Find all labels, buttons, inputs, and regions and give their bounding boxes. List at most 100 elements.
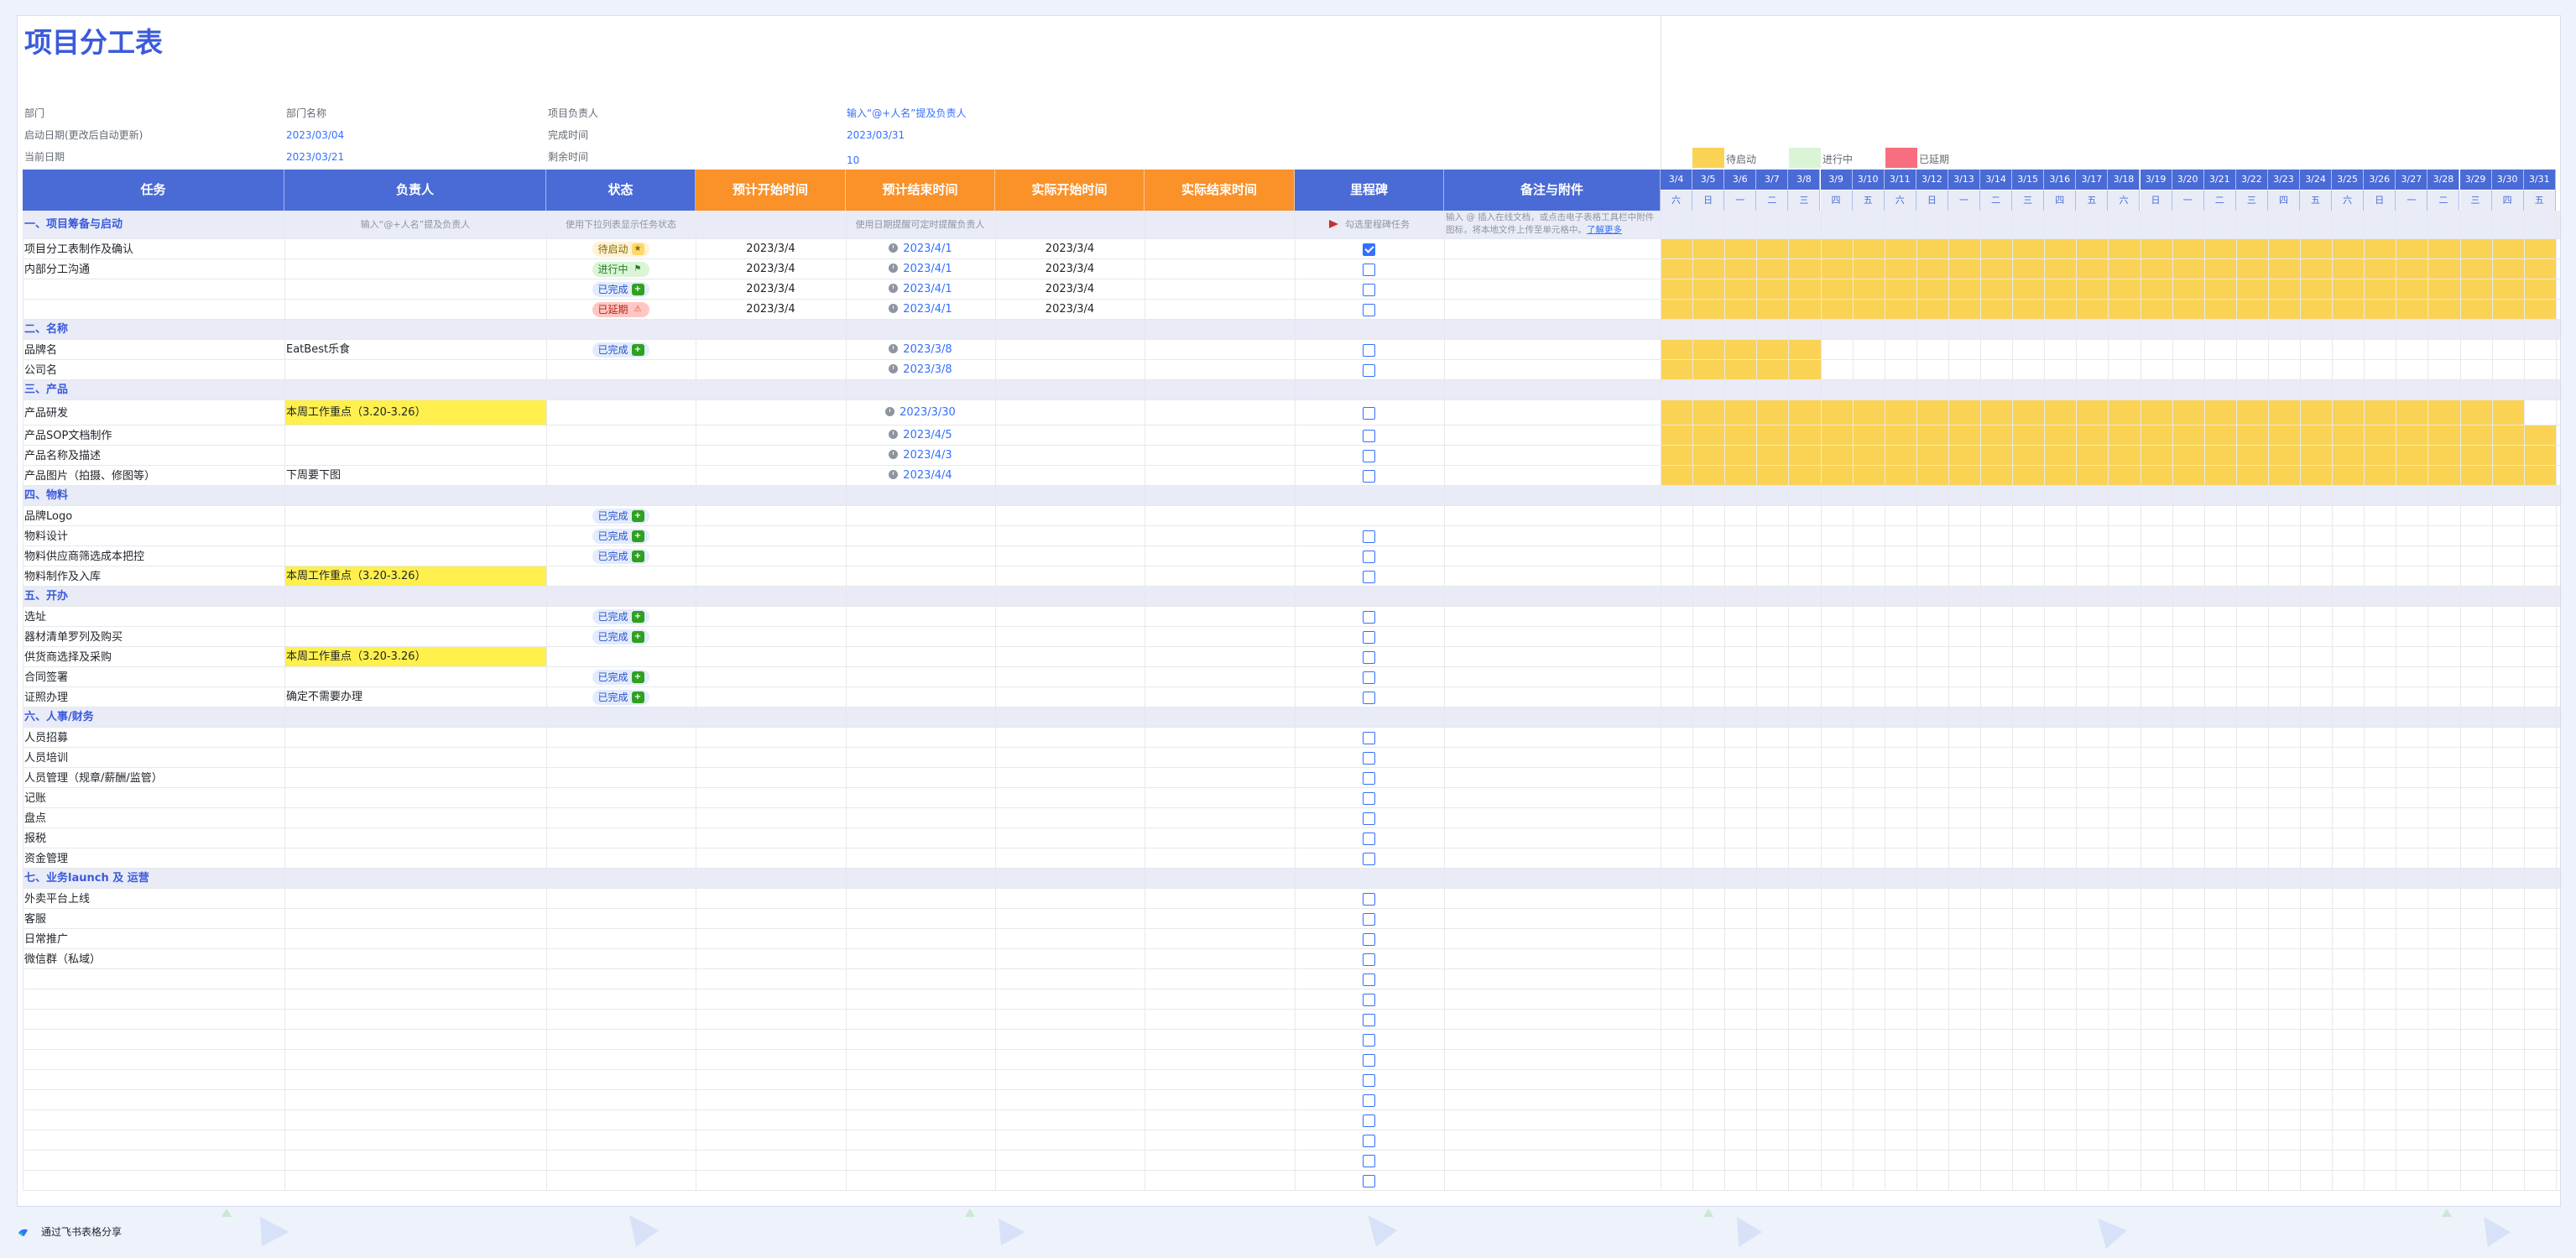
task-name[interactable]: 资金管理: [24, 848, 281, 869]
task-name[interactable]: 合同签署: [24, 667, 281, 687]
footer[interactable]: 通过飞书表格分享: [17, 1224, 122, 1240]
milestone-checkbox[interactable]: [1363, 671, 1375, 684]
task-name[interactable]: 产品SOP文档制作: [24, 425, 281, 446]
plan-end-cell[interactable]: 2023/3/30: [846, 400, 995, 425]
milestone-checkbox[interactable]: [1363, 1013, 1375, 1026]
status-cell[interactable]: 已完成 +: [546, 687, 696, 707]
plan-end-cell[interactable]: 2023/4/4: [846, 466, 995, 486]
status-tag[interactable]: 已完成 +: [592, 629, 649, 645]
milestone-checkbox[interactable]: [1363, 449, 1375, 462]
milestone-checkbox[interactable]: [1363, 832, 1375, 845]
task-name[interactable]: 品牌名: [24, 340, 281, 360]
today-value[interactable]: 2023/03/21: [286, 149, 344, 165]
plan-end-cell[interactable]: 2023/3/8: [846, 340, 995, 360]
task-name[interactable]: 人员培训: [24, 748, 281, 768]
milestone-checkbox[interactable]: [1363, 530, 1375, 543]
status-cell[interactable]: 已延期 ⚠: [546, 300, 696, 320]
plan-start-cell[interactable]: 2023/3/4: [696, 259, 846, 279]
finish-value[interactable]: 2023/03/31: [847, 127, 905, 144]
task-name[interactable]: 客服: [24, 909, 281, 929]
milestone-checkbox[interactable]: [1363, 731, 1375, 744]
task-name[interactable]: 物料制作及入库: [24, 566, 281, 587]
actual-start-cell[interactable]: 2023/3/4: [995, 259, 1145, 279]
status-cell[interactable]: 已完成 +: [546, 667, 696, 687]
milestone-checkbox[interactable]: [1363, 812, 1375, 825]
dept-value[interactable]: 部门名称: [286, 105, 326, 122]
milestone-checkbox[interactable]: [1363, 973, 1375, 986]
plan-end-cell[interactable]: 2023/4/1: [846, 239, 995, 259]
milestone-checkbox[interactable]: [1363, 852, 1375, 865]
task-name[interactable]: 产品图片（拍摄、修图等）: [24, 466, 281, 486]
owner-value[interactable]: 输入“@+人名”提及负责人: [847, 105, 967, 122]
task-name[interactable]: 公司名: [24, 360, 281, 380]
status-cell[interactable]: 已完成 +: [546, 607, 696, 627]
status-tag[interactable]: 进行中 ⚑: [592, 261, 649, 277]
status-cell[interactable]: 已完成 +: [546, 279, 696, 300]
status-cell[interactable]: 已完成 +: [546, 506, 696, 526]
milestone-checkbox[interactable]: [1363, 691, 1375, 704]
milestone-checkbox[interactable]: [1363, 1073, 1375, 1087]
milestone-checkbox[interactable]: [1363, 771, 1375, 785]
plan-end-cell[interactable]: 2023/3/8: [846, 360, 995, 380]
task-name[interactable]: 盘点: [24, 808, 281, 828]
milestone-checkbox[interactable]: [1363, 1154, 1375, 1167]
actual-start-cell[interactable]: 2023/3/4: [995, 279, 1145, 300]
status-cell[interactable]: 进行中 ⚑: [546, 259, 696, 279]
milestone-checkbox[interactable]: [1363, 1033, 1375, 1047]
milestone-checkbox[interactable]: [1363, 630, 1375, 644]
status-cell[interactable]: 已完成 +: [546, 627, 696, 647]
plan-end-cell[interactable]: 2023/4/1: [846, 259, 995, 279]
remain-value[interactable]: 10: [847, 152, 859, 169]
task-name[interactable]: 人员管理（规章/薪酬/监管）: [24, 768, 281, 788]
task-name[interactable]: 供货商选择及采购: [24, 647, 281, 667]
milestone-checkbox[interactable]: [1363, 1134, 1375, 1147]
task-name[interactable]: 项目分工表制作及确认: [24, 239, 281, 259]
milestone-checkbox[interactable]: [1363, 993, 1375, 1006]
task-name[interactable]: 外卖平台上线: [24, 889, 281, 909]
milestone-checkbox[interactable]: [1363, 953, 1375, 966]
milestone-checkbox[interactable]: [1363, 570, 1375, 583]
status-cell[interactable]: 已完成 +: [546, 546, 696, 566]
task-name[interactable]: 物料设计: [24, 526, 281, 546]
status-tag[interactable]: 已完成 +: [592, 608, 649, 624]
milestone-checkbox[interactable]: [1363, 932, 1375, 946]
status-tag[interactable]: 已完成 +: [592, 689, 649, 705]
milestone-checkbox[interactable]: [1363, 751, 1375, 765]
milestone-checkbox[interactable]: [1363, 263, 1375, 276]
plan-end-cell[interactable]: 2023/4/1: [846, 279, 995, 300]
owner-cell[interactable]: 本周工作重点（3.20-3.26）: [284, 400, 546, 425]
milestone-checkbox[interactable]: [1363, 1094, 1375, 1107]
plan-start-cell[interactable]: 2023/3/4: [696, 279, 846, 300]
spreadsheet[interactable]: 项目分工表 部门 部门名称 项目负责人 输入“@+人名”提及负责人 启动日期(更…: [17, 15, 2561, 1207]
status-tag[interactable]: 已完成 +: [592, 342, 649, 358]
plan-end-cell[interactable]: 2023/4/5: [846, 425, 995, 446]
milestone-checkbox[interactable]: [1363, 303, 1375, 316]
milestone-checkbox[interactable]: [1363, 550, 1375, 563]
milestone-checkbox[interactable]: [1363, 1114, 1375, 1127]
task-name[interactable]: 报税: [24, 828, 281, 848]
status-cell[interactable]: 已完成 +: [546, 340, 696, 360]
task-name[interactable]: 选址: [24, 607, 281, 627]
milestone-checkbox[interactable]: [1363, 469, 1375, 483]
task-name[interactable]: 品牌Logo: [24, 506, 281, 526]
milestone-checkbox[interactable]: [1363, 283, 1375, 296]
task-name[interactable]: 产品研发: [24, 400, 281, 425]
milestone-checkbox[interactable]: [1363, 1174, 1375, 1188]
task-name[interactable]: 记账: [24, 788, 281, 808]
status-tag[interactable]: 已完成 +: [592, 281, 649, 297]
status-cell[interactable]: 待启动 ★: [546, 239, 696, 259]
plan-start-cell[interactable]: 2023/3/4: [696, 300, 846, 320]
milestone-checkbox[interactable]: [1363, 1053, 1375, 1067]
milestone-checkbox[interactable]: [1363, 429, 1375, 442]
actual-start-cell[interactable]: 2023/3/4: [995, 300, 1145, 320]
status-tag[interactable]: 待启动 ★: [592, 241, 649, 257]
owner-cell[interactable]: 确定不需要办理: [284, 687, 546, 707]
milestone-checkbox[interactable]: [1363, 406, 1375, 420]
task-name[interactable]: 日常推广: [24, 929, 281, 949]
status-tag[interactable]: 已完成 +: [592, 669, 649, 685]
milestone-checkbox[interactable]: [1363, 650, 1375, 664]
actual-start-cell[interactable]: 2023/3/4: [995, 239, 1145, 259]
owner-cell[interactable]: 本周工作重点（3.20-3.26）: [284, 566, 546, 587]
task-name[interactable]: 器材清单罗列及购买: [24, 627, 281, 647]
task-name[interactable]: 人员招募: [24, 728, 281, 748]
